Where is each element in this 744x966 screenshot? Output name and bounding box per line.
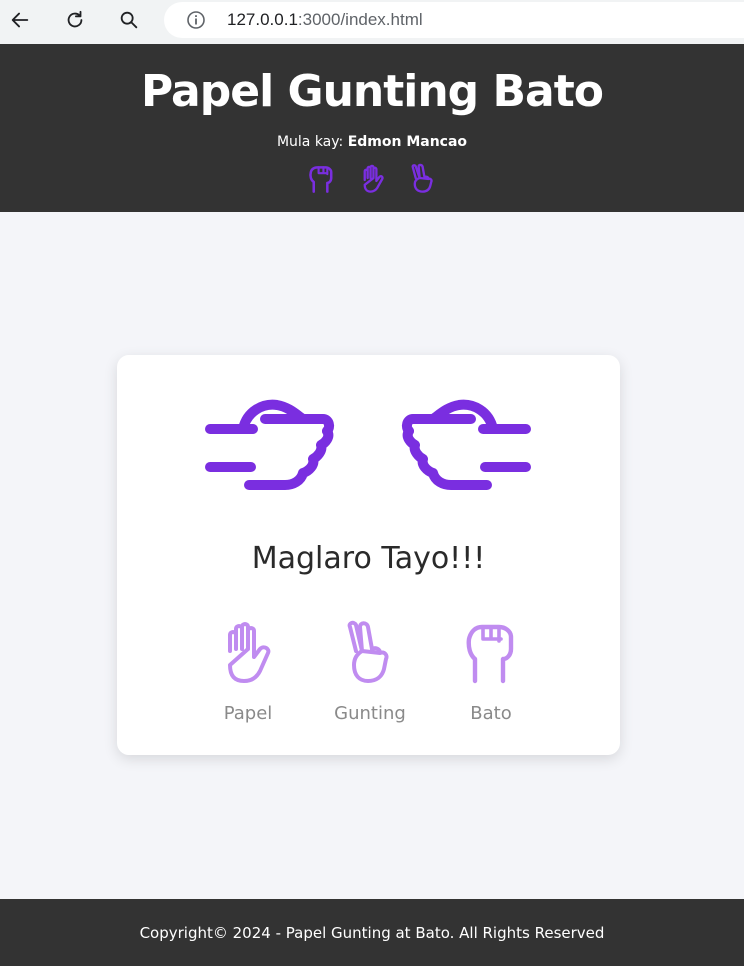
- url-path: :3000/index.html: [297, 10, 423, 29]
- peace-hand-icon: [342, 619, 398, 685]
- game-card: Maglaro Tayo!!! Papel Gunting Bato: [117, 355, 620, 755]
- open-hand-icon: [356, 162, 389, 196]
- back-arrow-icon: [11, 12, 29, 28]
- copyright-text: Copyright© 2024 - Papel Gunting at Bato.…: [139, 923, 605, 942]
- fist-icon: [305, 162, 338, 196]
- fist-pointing-right-icon: [205, 399, 335, 490]
- browser-toolbar: 127.0.0.1:3000/index.html: [0, 0, 744, 44]
- site-footer: Copyright© 2024 - Papel Gunting at Bato.…: [0, 899, 744, 966]
- player-hand: [205, 397, 335, 497]
- reload-icon: [67, 10, 83, 28]
- result-message: Maglaro Tayo!!!: [251, 541, 486, 576]
- choice-papel-button[interactable]: Papel: [198, 619, 298, 724]
- choice-label: Bato: [470, 703, 512, 724]
- choice-gunting-button[interactable]: Gunting: [320, 619, 420, 724]
- computer-hand: [401, 397, 531, 497]
- search-icon: [120, 11, 138, 29]
- page-title: Papel Gunting Bato: [140, 66, 604, 117]
- site-header: Papel Gunting Bato Mula kay: Edmon Manca…: [0, 44, 744, 212]
- address-bar[interactable]: 127.0.0.1:3000/index.html: [164, 2, 744, 38]
- open-hand-icon: [220, 619, 276, 685]
- choice-label: Papel: [223, 703, 273, 724]
- back-button[interactable]: [2, 2, 38, 38]
- fist-pointing-left-icon: [401, 399, 531, 490]
- choice-label: Gunting: [334, 703, 406, 724]
- search-button[interactable]: [111, 2, 147, 38]
- choice-bato-button[interactable]: Bato: [441, 619, 541, 724]
- reload-button[interactable]: [57, 2, 93, 38]
- header-icons: [0, 162, 744, 196]
- url-host: 127.0.0.1: [227, 10, 298, 29]
- choice-buttons: Papel Gunting Bato: [117, 619, 620, 729]
- byline-prefix: Mula kay:: [276, 134, 348, 150]
- byline: Mula kay: Edmon Mancao: [0, 134, 744, 150]
- info-icon[interactable]: [186, 10, 206, 30]
- fist-icon: [463, 619, 519, 685]
- byline-author: Edmon Mancao: [347, 134, 468, 150]
- peace-hand-icon: [407, 162, 440, 196]
- url-text: 127.0.0.1:3000/index.html: [227, 10, 423, 30]
